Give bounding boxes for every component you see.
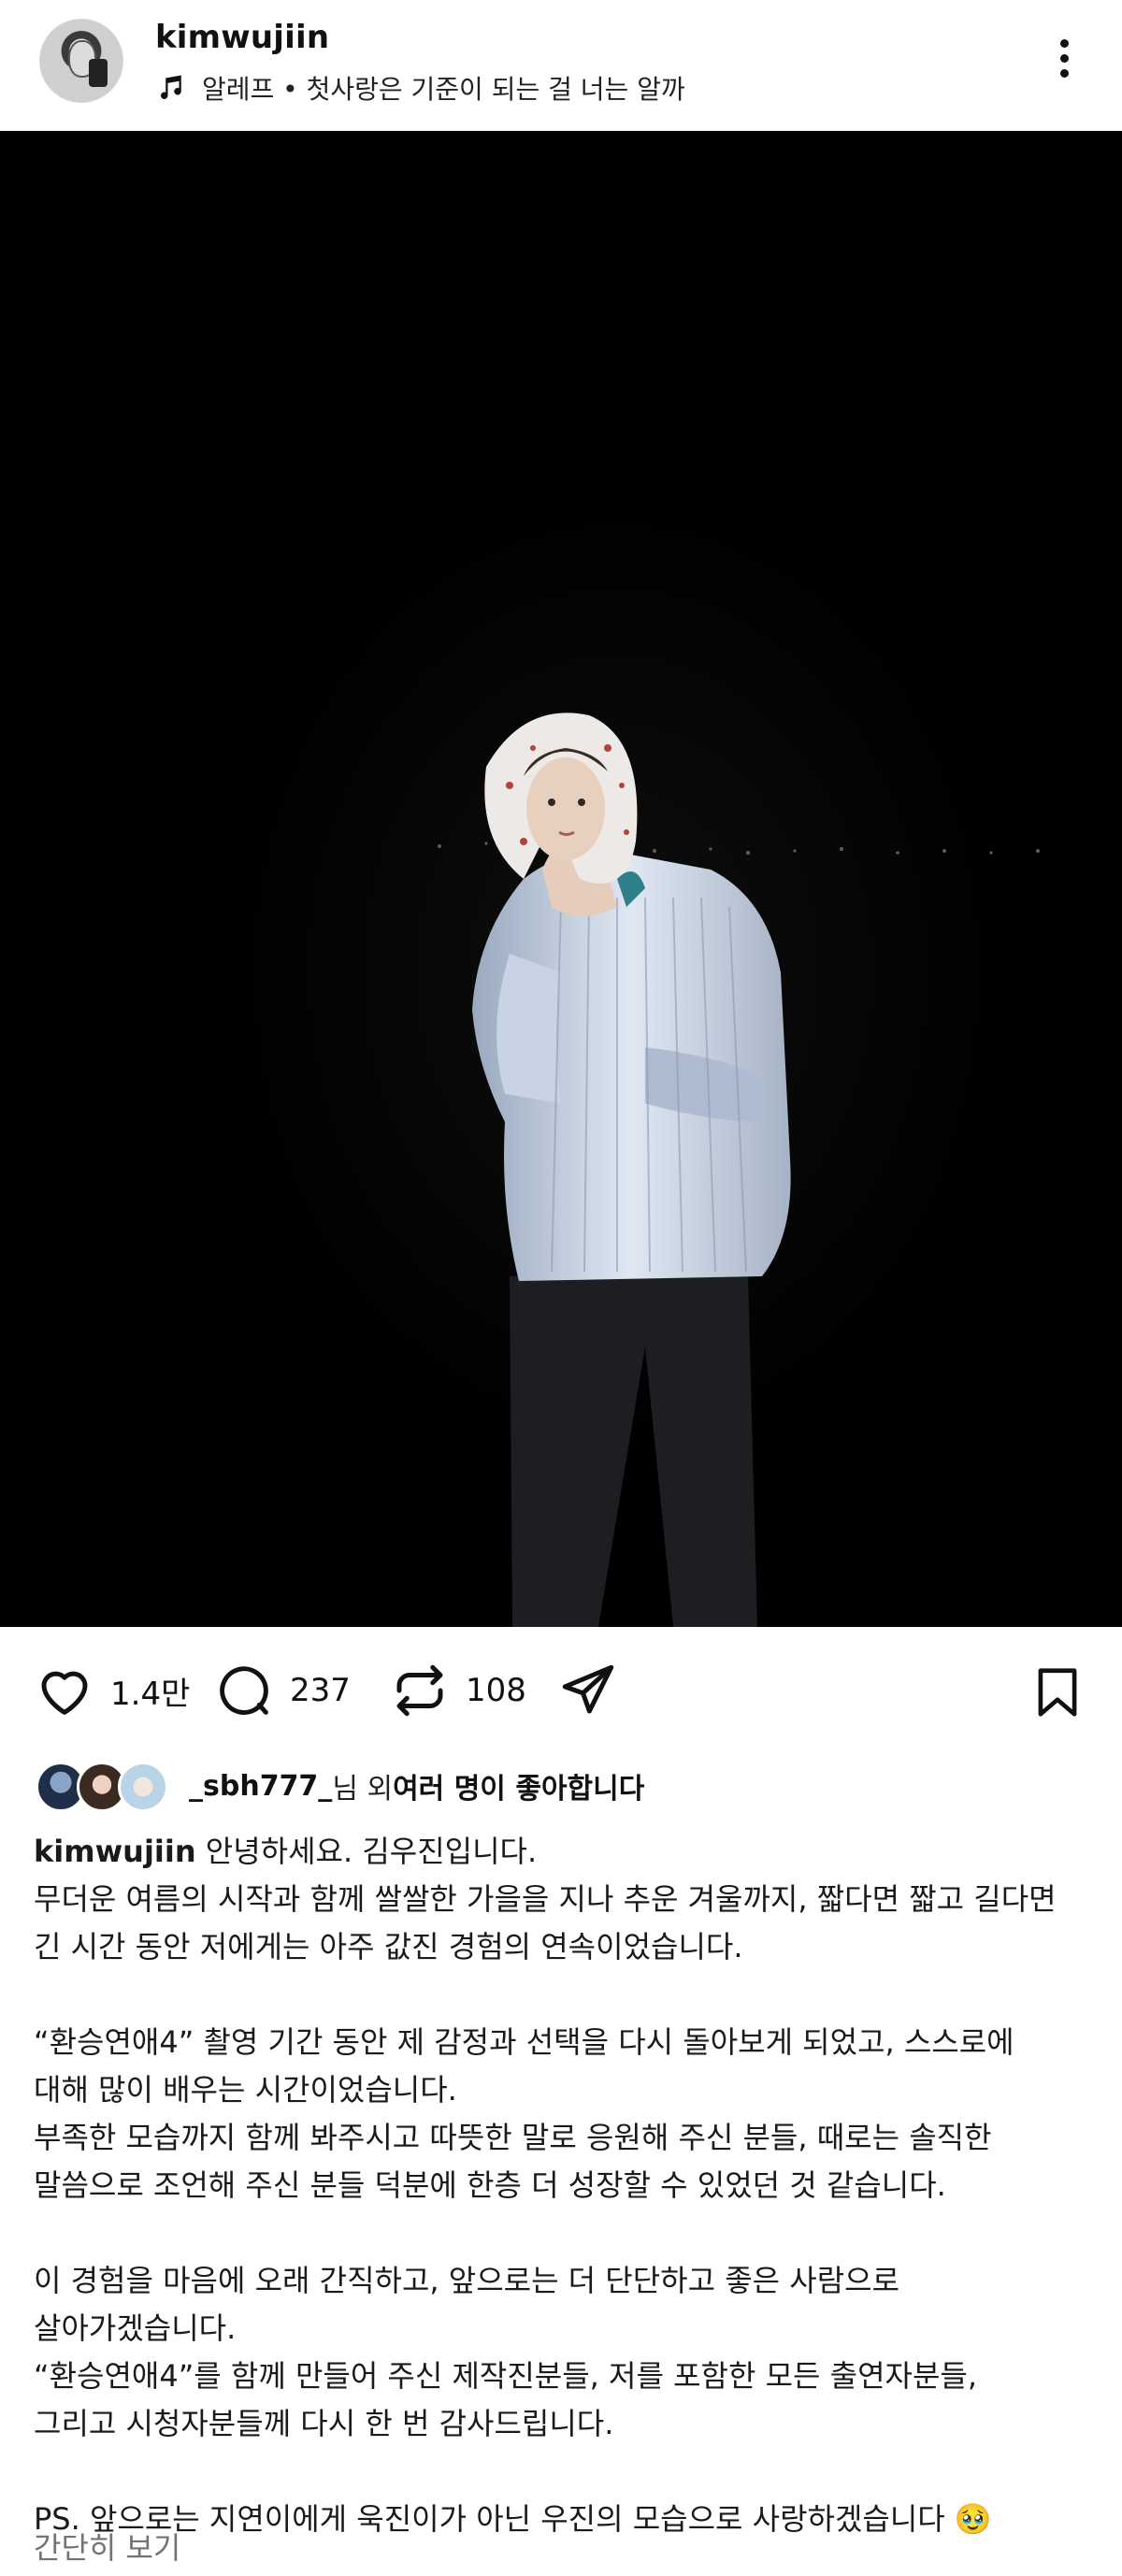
post-actions: 1.4만 237 108 <box>0 1632 1122 1749</box>
avatar <box>118 1762 168 1812</box>
profile-avatar[interactable] <box>39 19 123 103</box>
bookmark-icon[interactable] <box>1028 1662 1086 1723</box>
header-username[interactable]: kimwujiin <box>155 19 329 56</box>
repost-icon <box>396 1664 443 1717</box>
liked-by-rest[interactable]: 여러 명이 좋아합니다 <box>393 1765 644 1806</box>
liked-by-user[interactable]: _sbh777_ <box>189 1770 332 1803</box>
caption-line: 대해 많이 배우는 시간이었습니다. <box>34 2072 457 2108</box>
caption-line: “환승연애4” 촬영 기간 동안 제 감정과 선택을 다시 돌아보게 되었고, … <box>34 2024 1014 2060</box>
avatar-phone <box>89 59 108 87</box>
repost-action[interactable]: 108 <box>389 1660 526 1721</box>
caption-line: 그리고 시청자분들께 다시 한 번 감사드립니다. <box>34 2406 614 2441</box>
collapse-caption-link[interactable]: 간단히 보기 <box>34 2525 180 2568</box>
post-header: kimwujiin 알레프 • 첫사랑은 기준이 되는 걸 너는 알까 <box>0 0 1122 131</box>
likes-count: 1.4만 <box>110 1675 191 1713</box>
photo-illustration <box>0 131 1122 1627</box>
caption-line: “환승연애4”를 함께 만들어 주신 제작진분들, 저를 포함한 모든 출연자분… <box>34 2358 977 2394</box>
like-action[interactable]: 1.4만 <box>34 1660 190 1721</box>
comments-count: 237 <box>290 1672 351 1709</box>
share-icon <box>562 1664 614 1714</box>
liked-by-row[interactable]: _sbh777_ 님 외 여러 명이 좋아합니다 <box>36 1758 644 1814</box>
caption-line: 긴 시간 동안 저에게는 아주 값진 경험의 연속이었습니다. <box>34 1929 743 1964</box>
post-caption: kimwujiin 안녕하세요. 김우진입니다. 무더운 여름의 시작과 함께 … <box>34 1828 1100 2543</box>
share-action[interactable] <box>557 1660 619 1721</box>
liked-by-avatars <box>36 1760 168 1812</box>
music-info[interactable]: 알레프 • 첫사랑은 기준이 되는 걸 너는 알까 <box>155 69 685 107</box>
heart-icon <box>41 1671 88 1715</box>
caption-line: 말씀으로 조언해 주신 분들 덕분에 한층 더 성장할 수 있었던 것 같습니다… <box>34 2167 946 2203</box>
caption-line: 이 경험을 마음에 오래 간직하고, 앞으로는 더 단단하고 좋은 사람으로 <box>34 2263 900 2298</box>
reposts-count: 108 <box>466 1672 526 1709</box>
caption-line: 부족한 모습까지 함께 봐주시고 따뜻한 말로 응원해 주신 분들, 때로는 솔… <box>34 2120 992 2155</box>
post-photo[interactable] <box>0 131 1122 1627</box>
caption-first-line: 안녕하세요. 김우진입니다. <box>205 1834 538 1869</box>
music-title: 알레프 • 첫사랑은 기준이 되는 걸 너는 알까 <box>202 74 685 105</box>
caption-line: PS. 앞으로는 지연이에게 욱진이가 아닌 우진의 모습으로 사랑하겠습니다 … <box>34 2501 992 2537</box>
caption-username[interactable]: kimwujiin <box>34 1834 196 1869</box>
music-note-icon <box>161 75 181 99</box>
caption-line: 살아가겠습니다. <box>34 2310 237 2346</box>
comment-action[interactable]: 237 <box>213 1660 351 1721</box>
liked-by-middle: 님 외 <box>332 1773 394 1806</box>
comment-icon <box>220 1666 268 1715</box>
more-options-icon[interactable] <box>1045 36 1083 88</box>
caption-line: 무더운 여름의 시작과 함께 쌀쌀한 가을을 지나 추운 겨울까지, 짧다면 짧… <box>34 1881 1057 1917</box>
